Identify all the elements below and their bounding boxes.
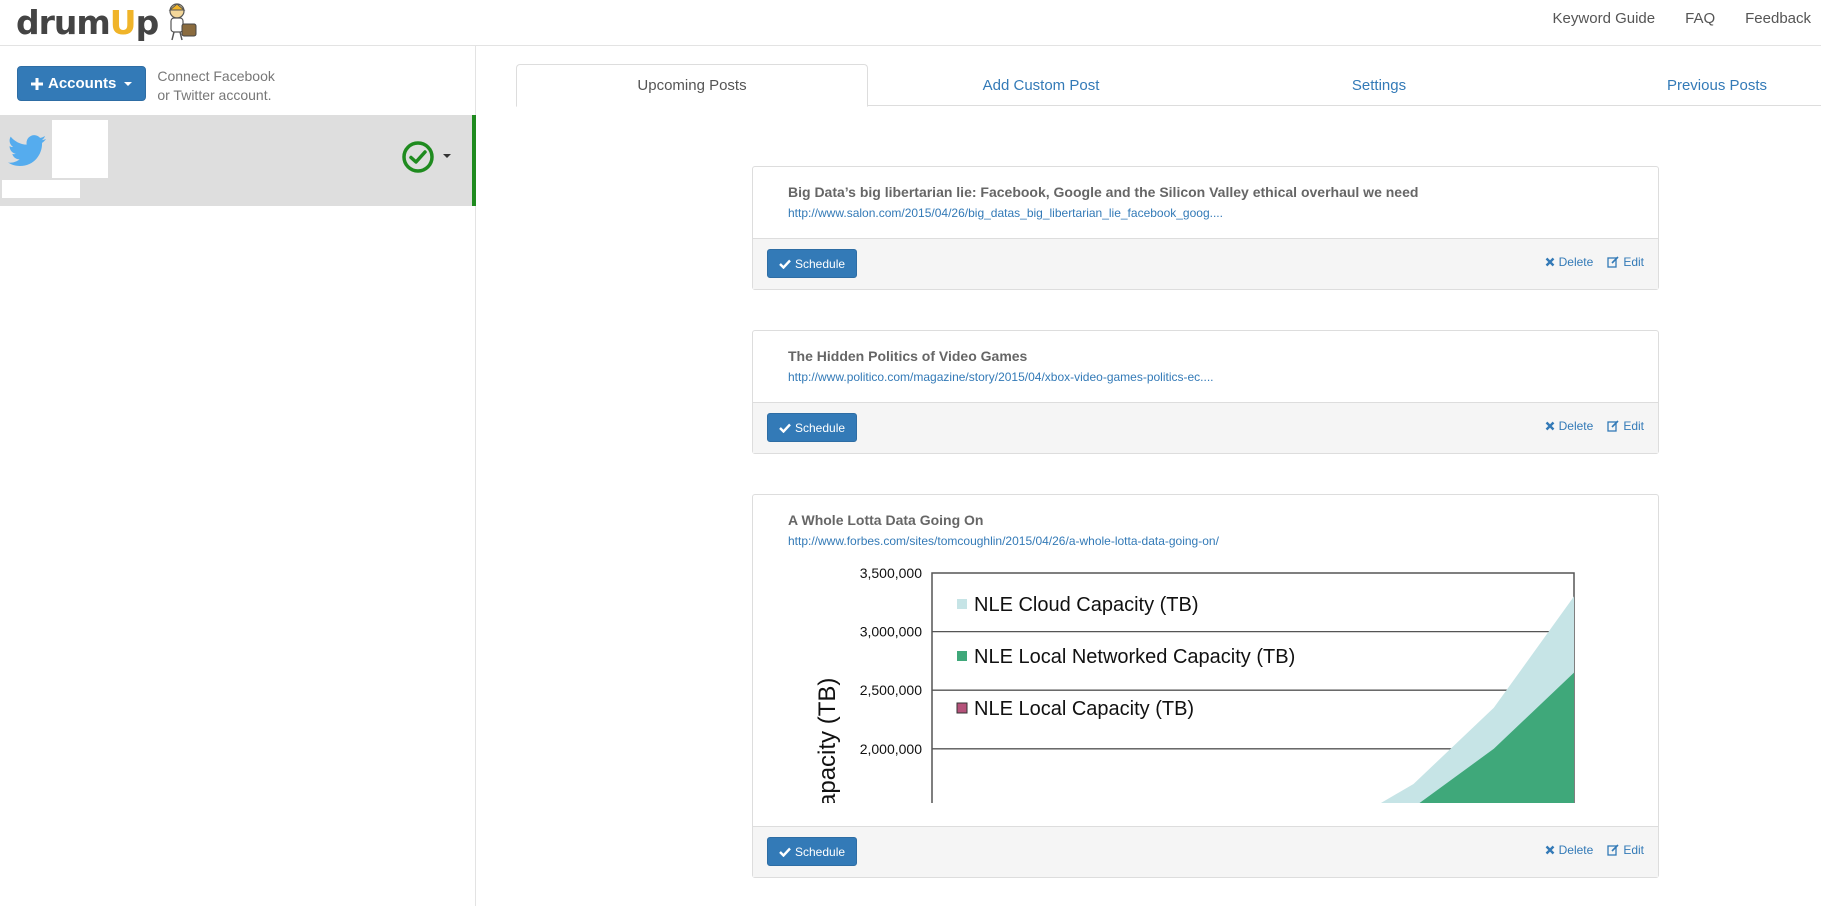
close-icon [1545,421,1554,431]
delete-button[interactable]: Delete [1545,843,1593,857]
post-card: Big Data’s big libertarian lie: Facebook… [752,166,1659,290]
post-footer: Schedule Delete Edit [753,402,1658,453]
post-tabs: Upcoming Posts Add Custom Post Settings … [516,64,1821,107]
post-image-chart: 3,500,000 3,000,000 2,500,000 2,000,000 1,50… [795,559,1575,803]
edit-icon [1607,420,1619,432]
chevron-down-icon [124,81,133,86]
keyword-guide-link[interactable]: Keyword Guide [1553,10,1656,27]
legend-label: NLE Cloud Capacity (TB) [974,594,1199,616]
drumup-logo[interactable]: drumUp [16,2,200,42]
check-circle-icon[interactable] [401,140,435,174]
post-footer: Schedule Delete Edit [753,826,1658,877]
mascot-icon [168,3,197,41]
legend-swatch [957,651,967,661]
post-footer: Schedule Delete Edit [753,238,1658,289]
check-icon [779,847,791,857]
twitter-icon [8,135,46,167]
tab-previous-posts[interactable]: Previous Posts [1544,64,1821,106]
edit-button[interactable]: Edit [1607,255,1644,269]
sidebar: Accounts Connect Facebook or Twitter acc… [0,46,476,906]
account-name [2,180,80,198]
edit-button[interactable]: Edit [1607,843,1644,857]
legend-swatch [956,702,968,714]
post-link[interactable]: http://www.salon.com/2015/04/26/big_data… [788,205,1623,221]
close-icon [1545,845,1554,855]
capacity-chart: 3,500,000 3,000,000 2,500,000 2,000,000 1,50… [814,565,1575,803]
top-nav: Keyword Guide FAQ Feedback [1553,10,1811,27]
legend-label: NLE Local Capacity (TB) [974,698,1194,720]
tab-add-custom-post[interactable]: Add Custom Post [868,64,1214,106]
account-item-twitter[interactable] [0,115,476,206]
accounts-button-label: Accounts [48,75,117,92]
account-menu-chevron-icon[interactable] [443,154,451,158]
y-tick-label: 3,500,000 [860,565,922,581]
post-title: Big Data’s big libertarian lie: Facebook… [788,184,1419,200]
faq-link[interactable]: FAQ [1685,10,1715,27]
accounts-row: Accounts Connect Facebook or Twitter acc… [17,66,297,105]
legend-label: NLE Local Networked Capacity (TB) [974,646,1295,668]
check-icon [779,259,791,269]
y-tick-label: 3,000,000 [860,624,922,640]
post-title: A Whole Lotta Data Going On [788,512,984,528]
post-title: The Hidden Politics of Video Games [788,348,1028,364]
connect-hint: Connect Facebook or Twitter account. [157,68,275,103]
y-tick-label: 1,500,000 [860,799,922,803]
feedback-link[interactable]: Feedback [1745,10,1811,27]
post-link[interactable]: http://www.forbes.com/sites/tomcoughlin/… [788,533,1623,549]
accounts-button[interactable]: Accounts [17,66,147,101]
top-bar: drumUp Keyword Guide FAQ Feedback [0,0,1821,46]
edit-icon [1607,256,1619,268]
post-link[interactable]: http://www.politico.com/magazine/story/2… [788,369,1623,385]
tab-upcoming-posts[interactable]: Upcoming Posts [516,64,868,107]
tab-settings[interactable]: Settings [1214,64,1544,106]
check-icon [779,423,791,433]
logo-text: drumUp [16,2,159,42]
edit-icon [1607,844,1619,856]
avatar [52,120,108,178]
delete-button[interactable]: Delete [1545,255,1593,269]
edit-button[interactable]: Edit [1607,419,1644,433]
schedule-button[interactable]: Schedule [767,837,858,866]
close-icon [1545,257,1554,267]
y-tick-label: 2,000,000 [860,741,922,757]
post-card: A Whole Lotta Data Going On http://www.f… [752,494,1659,878]
legend-swatch [957,599,967,609]
plus-icon [31,77,43,90]
y-tick-label: 2,500,000 [860,682,922,698]
schedule-button[interactable]: Schedule [767,249,858,278]
schedule-button[interactable]: Schedule [767,413,858,442]
y-axis-label: apacity (TB) [814,678,841,803]
post-card: The Hidden Politics of Video Games http:… [752,330,1659,454]
delete-button[interactable]: Delete [1545,419,1593,433]
